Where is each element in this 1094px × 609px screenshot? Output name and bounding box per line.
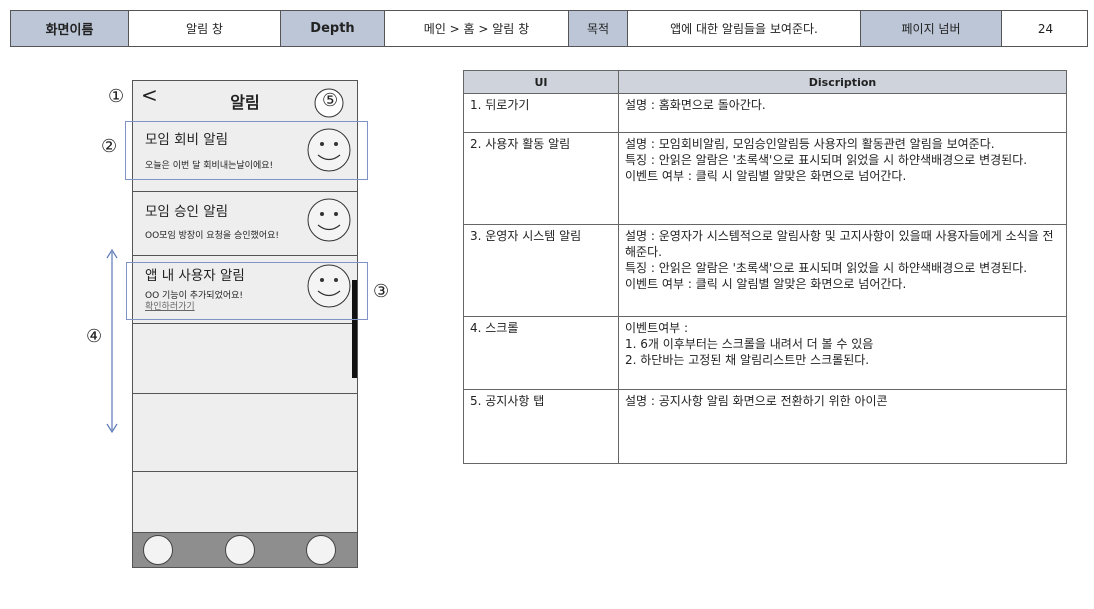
description-line: 이벤트 여부 : 클릭 시 알림별 알맞은 화면으로 넘어간다. <box>625 277 907 291</box>
description-line: 특징 : 안읽은 알람은 '초록색'으로 표시되며 읽었을 시 하얀색배경으로 … <box>625 153 1028 167</box>
row-description: 설명 : 운영자가 시스템적으로 알림사항 및 고지사항이 있을때 사용자들에게… <box>618 224 1067 317</box>
nav-button[interactable] <box>143 535 173 565</box>
row-ui: 2. 사용자 활동 알림 <box>463 132 619 225</box>
bottom-nav-bar <box>133 532 357 567</box>
description-line: 이벤트 여부 : 클릭 시 알림별 알맞은 화면으로 넘어간다. <box>625 169 907 183</box>
header-table: 화면이름 알림 창 Depth 메인 > 홈 > 알림 창 목적 앱에 대한 알… <box>10 10 1088 47</box>
table-row: 2. 사용자 활동 알림 설명 : 모임회비알림, 모임승인알림등 사용자의 활… <box>463 132 1067 225</box>
description-line: 특징 : 안읽은 알람은 '초록색'으로 표시되며 읽었을 시 하얀색배경으로 … <box>625 261 1028 275</box>
description-line: 이벤트여부 : <box>625 321 689 335</box>
row-description: 이벤트여부 : 1. 6개 이후부터는 스크롤을 내려서 더 볼 수 있음 2.… <box>618 316 1067 390</box>
table-row: 4. 스크롤 이벤트여부 : 1. 6개 이후부터는 스크롤을 내려서 더 볼 … <box>463 316 1067 390</box>
description-line: 설명 : 운영자가 시스템적으로 알림사항 및 고지사항이 있을때 사용자들에게… <box>625 229 1054 259</box>
screen-name: 알림 창 <box>129 11 281 46</box>
col-header-description: Discription <box>618 70 1067 94</box>
page-number-label: 페이지 넘버 <box>861 11 1002 46</box>
notification-subtitle: OO모임 방장이 요청을 승인했어요! <box>145 231 279 241</box>
table-row: 5. 공지사항 탭 설명 : 공지사항 알림 화면으로 전환하기 위한 아이콘 <box>463 389 1067 464</box>
depth-value: 메인 > 홈 > 알림 창 <box>385 11 569 46</box>
row-description: 설명 : 홈화면으로 돌아간다. <box>618 93 1067 133</box>
description-line: 2. 하단바는 고정된 채 알림리스트만 스크롤된다. <box>625 353 870 367</box>
list-item <box>133 323 357 393</box>
row-description: 설명 : 모임회비알림, 모임승인알림등 사용자의 활동관련 알림을 보여준다.… <box>618 132 1067 225</box>
marker-3: ③ <box>373 281 390 302</box>
highlight-system-notice <box>126 262 368 320</box>
row-ui: 3. 운영자 시스템 알림 <box>463 224 619 317</box>
list-item <box>133 471 357 535</box>
description-line: 설명 : 공지사항 알림 화면으로 전환하기 위한 아이콘 <box>625 394 888 408</box>
marker-2: ② <box>101 136 118 157</box>
purpose-value: 앱에 대한 알림들을 보여준다. <box>628 11 861 46</box>
notification-item[interactable]: 모임 승인 알림 OO모임 방장이 요청을 승인했어요! <box>133 191 357 255</box>
description-line: 설명 : 홈화면으로 돌아간다. <box>625 98 766 112</box>
marker-1: ① <box>108 86 125 107</box>
description-line: 설명 : 모임회비알림, 모임승인알림등 사용자의 활동관련 알림을 보여준다. <box>625 137 995 151</box>
depth-label: Depth <box>281 11 385 46</box>
row-ui: 4. 스크롤 <box>463 316 619 390</box>
row-description: 설명 : 공지사항 알림 화면으로 전환하기 위한 아이콘 <box>618 389 1067 464</box>
scroll-arrow-icon <box>106 248 118 434</box>
col-header-ui: UI <box>463 70 619 94</box>
highlight-user-activity <box>125 121 368 180</box>
marker-5: ⑤ <box>322 90 339 111</box>
purpose-label: 목적 <box>569 11 628 46</box>
row-ui: 5. 공지사항 탭 <box>463 389 619 464</box>
page-number: 24 <box>1037 21 1054 36</box>
smiley-icon <box>307 198 351 242</box>
table-row: 3. 운영자 시스템 알림 설명 : 운영자가 시스템적으로 알림사항 및 고지… <box>463 224 1067 317</box>
list-item <box>133 393 357 471</box>
screen-name-label: 화면이름 <box>11 11 129 46</box>
nav-button[interactable] <box>225 535 255 565</box>
description-table: UI Discription 1. 뒤로가기 설명 : 홈화면으로 돌아간다. … <box>463 70 1067 464</box>
description-line: 1. 6개 이후부터는 스크롤을 내려서 더 볼 수 있음 <box>625 337 874 351</box>
table-row: 1. 뒤로가기 설명 : 홈화면으로 돌아간다. <box>463 93 1067 133</box>
row-ui: 1. 뒤로가기 <box>463 93 619 133</box>
nav-button[interactable] <box>306 535 336 565</box>
marker-4: ④ <box>86 326 103 347</box>
notification-title: 모임 승인 알림 <box>145 204 229 220</box>
